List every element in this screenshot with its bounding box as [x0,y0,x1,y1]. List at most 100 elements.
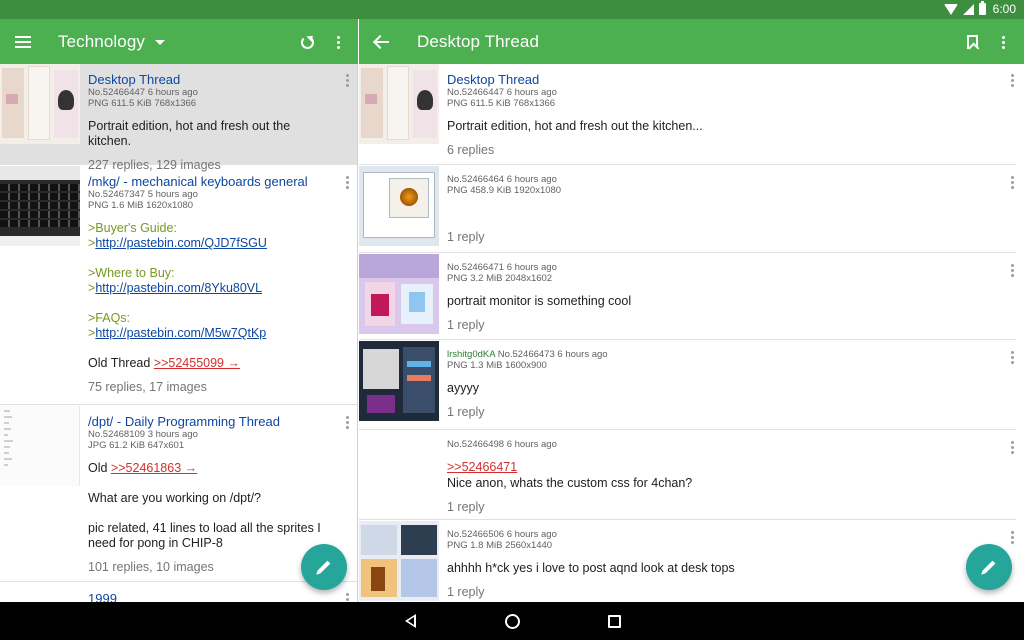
post-comment: Portrait edition, hot and fresh out the … [447,119,703,133]
greentext: >Buyer's Guide: [88,221,177,235]
bookmark-icon[interactable] [961,31,983,53]
status-bar: 6:00 [0,0,1024,19]
greentext: >Where to Buy: [88,266,175,280]
thread-subject: Desktop Thread [88,72,181,87]
thread-thumbnail[interactable] [0,406,80,486]
pastebin-link[interactable]: http://pastebin.com/8Yku80VL [95,281,262,295]
file-info: PNG 611.5 KiB 768x1366 [88,98,197,109]
more-vert-icon[interactable] [346,74,349,87]
thread-thumbnail[interactable] [0,64,80,144]
wifi-icon [943,3,958,15]
reply-count[interactable]: 1 reply [447,405,990,420]
reply-count[interactable]: 1 reply [447,585,990,600]
board-toolbar: Technology [0,19,358,64]
signal-icon [962,3,974,15]
file-info: PNG 458.9 KiB 1920x1080 [447,185,562,196]
post-meta: No.52466471 6 hours ago [447,262,557,273]
more-vert-icon[interactable] [346,593,349,602]
reply-count: 101 replies, 10 images [88,560,214,574]
nav-home-button[interactable] [501,610,523,632]
nav-back-button[interactable] [399,610,421,632]
reply-count[interactable]: 1 reply [447,230,990,245]
post-thumbnail[interactable] [359,64,439,144]
thread-post[interactable]: lrshitg0dKA No.52466473 6 hours ago PNG … [359,341,1016,430]
refresh-icon[interactable] [296,31,318,53]
more-vert-icon[interactable] [1011,351,1014,364]
more-vert-icon[interactable] [1011,74,1014,87]
thread-title: Desktop Thread [417,32,540,51]
thread-post[interactable]: No.52466498 6 hours ago >>52466471 Nice … [359,431,1016,520]
menu-icon[interactable] [12,31,34,53]
more-vert-icon[interactable] [346,416,349,429]
quote-link[interactable]: >>52466471 [447,460,517,475]
pastebin-link[interactable]: http://pastebin.com/QJD7fSGU [95,236,267,250]
thread-view[interactable]: Desktop Thread No.52466447 6 hours ago P… [359,64,1024,602]
file-info: PNG 1.8 MiB 2560x1440 [447,540,553,551]
catalog-item[interactable]: /mkg/ - mechanical keyboards general No.… [0,166,357,405]
recents-square-icon [607,614,621,628]
more-vert-icon[interactable] [1011,531,1014,544]
post-comment: ahhhh h*ck yes i love to post aqnd look … [447,561,735,575]
post-meta: No.52466473 6 hours ago [495,349,608,360]
catalog-list[interactable]: Desktop Thread No.52466447 6 hours ago P… [0,64,358,602]
post-meta: No.52466506 6 hours ago [447,529,557,540]
nav-recents-button[interactable] [603,610,625,632]
thread-post[interactable]: Desktop Thread No.52466447 6 hours ago P… [359,64,1016,165]
post-thumbnail[interactable] [359,254,439,334]
thread-subject: 1999 [88,591,117,602]
home-circle-icon [504,613,520,629]
post-thumbnail[interactable] [359,521,439,601]
thread-toolbar: Desktop Thread [359,19,1024,64]
poster-id[interactable]: lrshitg0dKA [447,349,495,360]
more-vert-icon[interactable] [1011,176,1014,189]
file-info: PNG 1.6 MiB 1620x1080 [88,200,194,211]
more-vert-icon[interactable] [1011,441,1014,454]
system-nav-bar [0,602,1024,640]
file-info: JPG 61.2 KiB 647x601 [88,440,185,451]
battery-icon [978,1,986,15]
post-meta: No.52466447 6 hours ago [88,87,198,98]
quote-link[interactable]: >>52461863 → [111,461,197,475]
reply-count[interactable]: 6 replies [447,143,990,158]
post-thumbnail[interactable] [359,341,439,421]
thread-post[interactable]: No.52466471 6 hours ago PNG 3.2 MiB 2048… [359,254,1016,340]
thread-post[interactable]: No.52466506 6 hours ago PNG 1.8 MiB 2560… [359,521,1016,602]
catalog-item[interactable]: Desktop Thread No.52466447 6 hours ago P… [0,64,357,172]
catalog-item[interactable]: 1999 [0,583,357,602]
quote-link[interactable]: >>52455099 → [154,356,240,370]
reply-count[interactable]: 1 reply [447,500,990,515]
status-time: 6:00 [992,2,1016,16]
file-info: PNG 1.3 MiB 1600x900 [447,360,547,371]
greentext: >FAQs: [88,311,131,325]
back-triangle-icon [404,614,416,628]
post-meta: No.52466447 6 hours ago [447,87,557,98]
thread-post[interactable]: No.52466464 6 hours ago PNG 458.9 KiB 19… [359,166,1016,253]
post-comment: Nice anon, whats the custom css for 4cha… [447,476,693,490]
reply-count[interactable]: 1 reply [447,318,990,333]
more-vert-icon[interactable] [1011,264,1014,277]
pencil-icon [982,560,996,574]
pastebin-link[interactable]: http://pastebin.com/M5w7QtKp [95,326,266,340]
old-thread-label: Old Thread [88,356,154,370]
post-meta: No.52466464 6 hours ago [447,174,557,185]
post-meta: No.52466498 6 hours ago [447,439,557,450]
reply-button[interactable] [966,544,1012,590]
more-vert-icon[interactable] [346,176,349,189]
compose-button[interactable] [301,544,347,590]
thread-subject: /mkg/ - mechanical keyboards general [88,174,308,189]
more-vert-icon[interactable] [992,31,1014,53]
board-title[interactable]: Technology [58,32,145,52]
post-comment: pic related, 41 lines to load all the sp… [88,521,321,550]
chevron-down-icon[interactable] [149,31,171,53]
arrow-back-icon[interactable] [370,31,392,53]
post-meta: No.52468109 3 hours ago [88,429,198,440]
file-info: PNG 3.2 MiB 2048x1602 [447,273,553,284]
thread-subject: /dpt/ - Daily Programming Thread [88,414,280,429]
post-comment: portrait monitor is something cool [447,294,632,308]
post-thumbnail[interactable] [359,166,439,246]
more-vert-icon[interactable] [327,31,349,53]
post-comment: What are you working on /dpt/? [88,491,262,505]
post-meta: No.52467347 5 hours ago [88,189,198,200]
post-comment: Portrait edition, hot and fresh out the … [88,119,291,148]
thread-thumbnail[interactable] [0,166,80,246]
